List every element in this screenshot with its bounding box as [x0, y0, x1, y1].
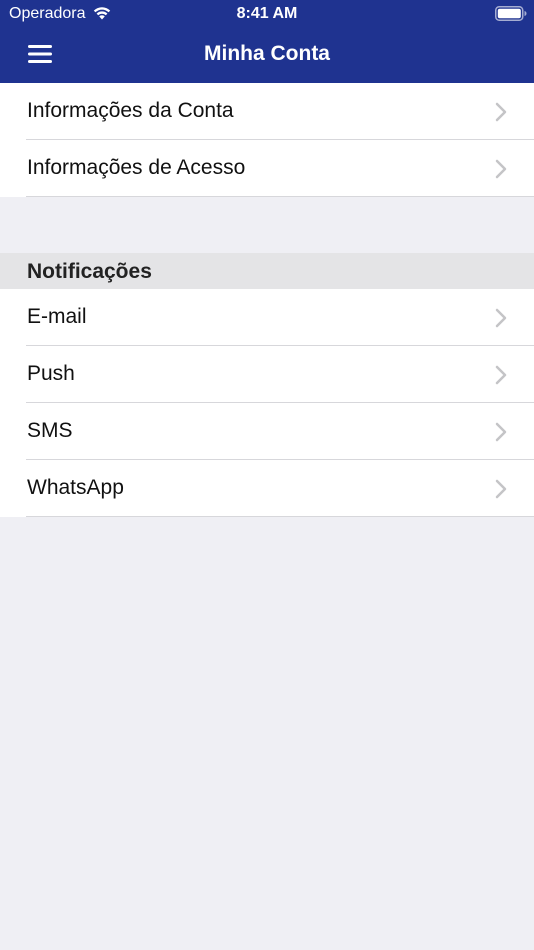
list-item-whatsapp[interactable]: WhatsApp: [0, 460, 534, 517]
row-divider: [26, 196, 534, 197]
page-title: Minha Conta: [204, 42, 330, 65]
list-item-label: Informações de Acesso: [27, 156, 246, 179]
row-divider: [26, 516, 534, 517]
top-bar: Operadora 8:41 AM Minha Conta: [0, 0, 534, 83]
list-item-label: Push: [27, 362, 75, 385]
chevron-right-icon: [495, 365, 507, 385]
list-item-push[interactable]: Push: [0, 346, 534, 403]
list-item-access-info[interactable]: Informações de Acesso: [0, 140, 534, 197]
chevron-right-icon: [495, 102, 507, 122]
chevron-right-icon: [495, 479, 507, 499]
chevron-right-icon: [495, 159, 507, 179]
status-time: 8:41 AM: [236, 5, 298, 22]
list-item-email[interactable]: E-mail: [0, 289, 534, 346]
list-item-account-info[interactable]: Informações da Conta: [0, 83, 534, 140]
list-item-label: E-mail: [27, 305, 87, 328]
notifications-section-header: Notificações: [0, 253, 534, 289]
account-settings-list: Informações da Conta Informações de Aces…: [0, 83, 534, 197]
navigation-bar: Minha Conta: [0, 28, 534, 83]
list-item-label: Informações da Conta: [27, 99, 234, 122]
list-item-sms[interactable]: SMS: [0, 403, 534, 460]
chevron-right-icon: [495, 422, 507, 442]
chevron-right-icon: [495, 308, 507, 328]
list-item-label: SMS: [27, 419, 73, 442]
battery-icon: [495, 6, 527, 21]
section-title: Notificações: [27, 260, 152, 283]
status-bar: Operadora 8:41 AM: [0, 0, 534, 28]
list-item-label: WhatsApp: [27, 476, 124, 499]
notifications-list: E-mail Push SMS WhatsApp: [0, 289, 534, 517]
